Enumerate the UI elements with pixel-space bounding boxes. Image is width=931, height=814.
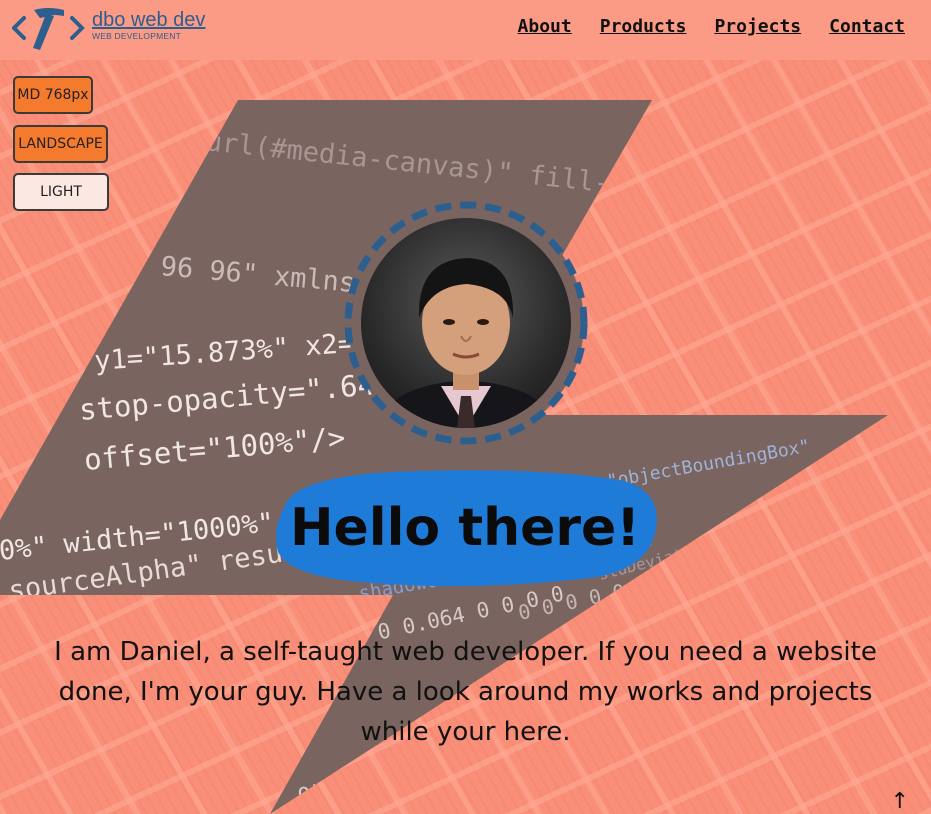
brand-logo[interactable]: dbo web dev WEB DEVELOPMENT bbox=[12, 4, 205, 54]
brand-title[interactable]: dbo web dev bbox=[92, 10, 205, 30]
brand-subtitle: WEB DEVELOPMENT bbox=[92, 31, 181, 41]
greeting-heading: Hello there! bbox=[289, 498, 641, 558]
breakpoint-badge[interactable]: MD 768px bbox=[13, 76, 93, 114]
person-portrait-icon bbox=[374, 258, 558, 428]
orientation-toggle[interactable]: LANDSCAPE bbox=[13, 125, 108, 163]
main-nav: About Products Projects Contact bbox=[518, 16, 905, 37]
intro-paragraph: I am Daniel, a self-taught web developer… bbox=[54, 637, 877, 747]
site-header: dbo web dev WEB DEVELOPMENT About Produc… bbox=[0, 0, 931, 60]
theme-toggle[interactable]: LIGHT bbox=[13, 173, 109, 211]
greeting-block: Hello there! bbox=[270, 468, 660, 597]
nav-products-link[interactable]: Products bbox=[600, 16, 687, 37]
nav-contact-link[interactable]: Contact bbox=[829, 16, 905, 37]
back-to-top-arrow-icon[interactable]: ↑ bbox=[891, 789, 909, 814]
nav-about-link[interactable]: About bbox=[518, 16, 572, 37]
avatar-photo bbox=[361, 218, 571, 428]
nav-projects-link[interactable]: Projects bbox=[714, 16, 801, 37]
code-hammer-icon bbox=[12, 8, 85, 50]
profile-avatar bbox=[343, 200, 589, 446]
